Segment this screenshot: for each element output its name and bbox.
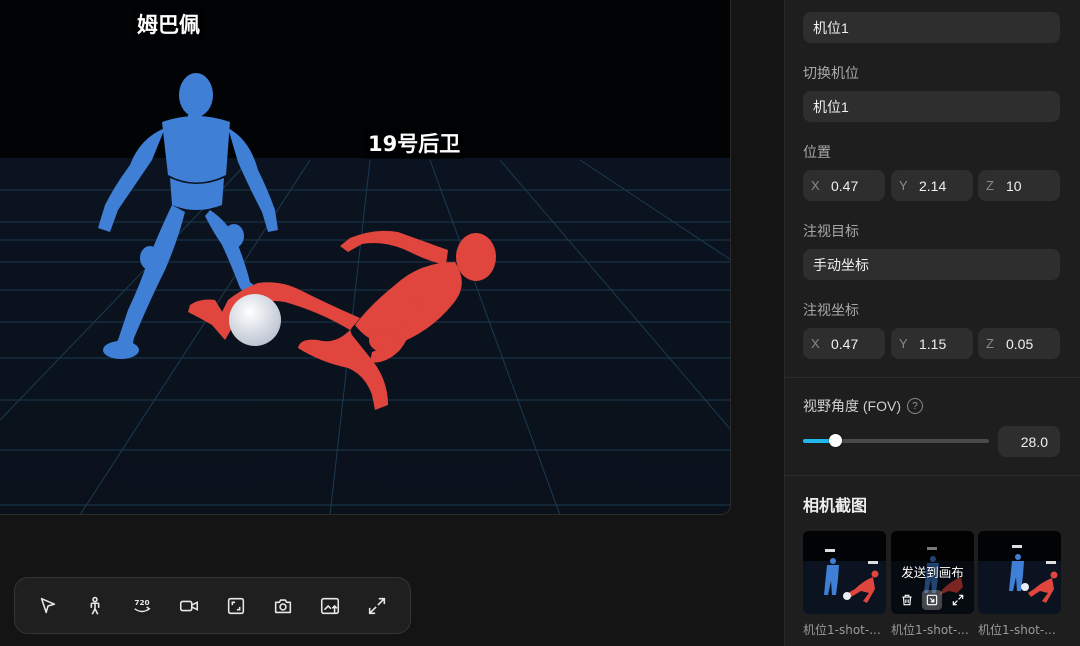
expand-button[interactable] [948, 590, 968, 610]
divider [785, 475, 1080, 476]
frame-tool-button[interactable] [219, 589, 253, 623]
viewport: 姆巴佩 19号后卫 720 [0, 0, 784, 646]
bottom-toolbar: 720 [14, 577, 411, 634]
screenshot-thumbnail-hovered[interactable]: 发送到画布 [891, 531, 974, 614]
expand-arrows-icon [368, 597, 385, 614]
screenshot-caption: 机位1-shot-... [978, 623, 1056, 637]
3d-scene[interactable]: 姆巴佩 19号后卫 [0, 0, 731, 515]
send-to-canvas-button[interactable] [922, 590, 943, 610]
pose-tool-button[interactable] [78, 589, 112, 623]
fov-value-input[interactable]: 28.0 [998, 426, 1060, 457]
screenshot-caption: 机位1-shot-... [891, 623, 969, 637]
switch-camera-select[interactable]: 机位1 [803, 91, 1060, 122]
svg-text:720: 720 [135, 598, 150, 607]
look-z-value: 0.05 [1006, 335, 1034, 352]
position-label: 位置 [803, 145, 831, 161]
axis-z-label: Z [986, 178, 994, 193]
video-camera-icon [180, 600, 199, 611]
scene-render [0, 0, 730, 514]
camera-name-field[interactable]: 机位1 [803, 12, 1060, 43]
position-y-input[interactable]: Y 2.14 [891, 170, 973, 201]
thumbnail-actions [894, 590, 971, 610]
look-coords-label: 注视坐标 [803, 303, 859, 319]
look-y-value: 1.15 [919, 335, 947, 352]
screenshot-thumbnail[interactable] [978, 531, 1061, 614]
switch-camera-label: 切换机位 [803, 66, 859, 82]
look-target-label: 注视目标 [803, 224, 859, 240]
trash-icon [902, 594, 912, 606]
send-to-canvas-icon [927, 594, 938, 606]
camera-tool-button[interactable] [266, 589, 300, 623]
fov-label: 视野角度 (FOV) [803, 398, 901, 414]
position-y-value: 2.14 [919, 177, 947, 194]
thumbnail-image [803, 531, 886, 614]
video-tool-button[interactable] [172, 589, 206, 623]
screenshot-caption: 机位1-shot-... [803, 623, 881, 637]
fov-slider[interactable] [803, 434, 989, 447]
expand-arrows-icon [952, 594, 964, 606]
thumbnail-image [978, 531, 1061, 614]
soccer-ball [229, 294, 281, 346]
fov-label-row: 视野角度 (FOV) ? [803, 396, 923, 416]
position-z-input[interactable]: Z 10 [978, 170, 1060, 201]
person-pose-icon [90, 596, 100, 615]
position-x-input[interactable]: X 0.47 [803, 170, 885, 201]
rotate-720-icon: 720 [134, 598, 151, 612]
axis-x-label: X [811, 178, 820, 193]
select-arrow-icon [41, 597, 56, 613]
frame-crop-icon [227, 597, 245, 614]
axis-y-label: Y [899, 178, 908, 193]
position-x-value: 0.47 [831, 177, 859, 194]
divider [785, 377, 1080, 378]
rotate-720-button[interactable]: 720 [125, 589, 159, 623]
axis-z-label: Z [986, 336, 994, 351]
image-upload-button[interactable] [313, 589, 347, 623]
camera-icon [274, 598, 291, 613]
axis-x-label: X [811, 336, 820, 351]
fullscreen-button[interactable] [360, 589, 394, 623]
camera-properties-panel: 机位1 切换机位 机位1 位置 X 0.47 Y 2.14 Z 10 注视目标 手动坐… [784, 0, 1080, 646]
look-target-select[interactable]: 手动坐标 [803, 249, 1060, 280]
look-y-input[interactable]: Y 1.15 [891, 328, 973, 359]
help-icon[interactable]: ? [907, 398, 923, 414]
look-x-value: 0.47 [831, 335, 859, 352]
image-upload-icon [320, 597, 339, 614]
position-z-value: 10 [1006, 177, 1022, 194]
screenshot-thumbnail[interactable] [803, 531, 886, 614]
look-x-input[interactable]: X 0.47 [803, 328, 885, 359]
character-label-red: 19号后卫 [364, 127, 465, 159]
axis-y-label: Y [899, 336, 908, 351]
screenshots-title: 相机截图 [803, 496, 868, 515]
delete-button[interactable] [897, 590, 917, 610]
character-label-blue: 姆巴佩 [133, 8, 204, 40]
send-to-canvas-tooltip: 发送到画布 [901, 565, 964, 580]
look-z-input[interactable]: Z 0.05 [978, 328, 1060, 359]
fov-slider-thumb[interactable] [828, 434, 842, 447]
select-tool-button[interactable] [31, 589, 65, 623]
